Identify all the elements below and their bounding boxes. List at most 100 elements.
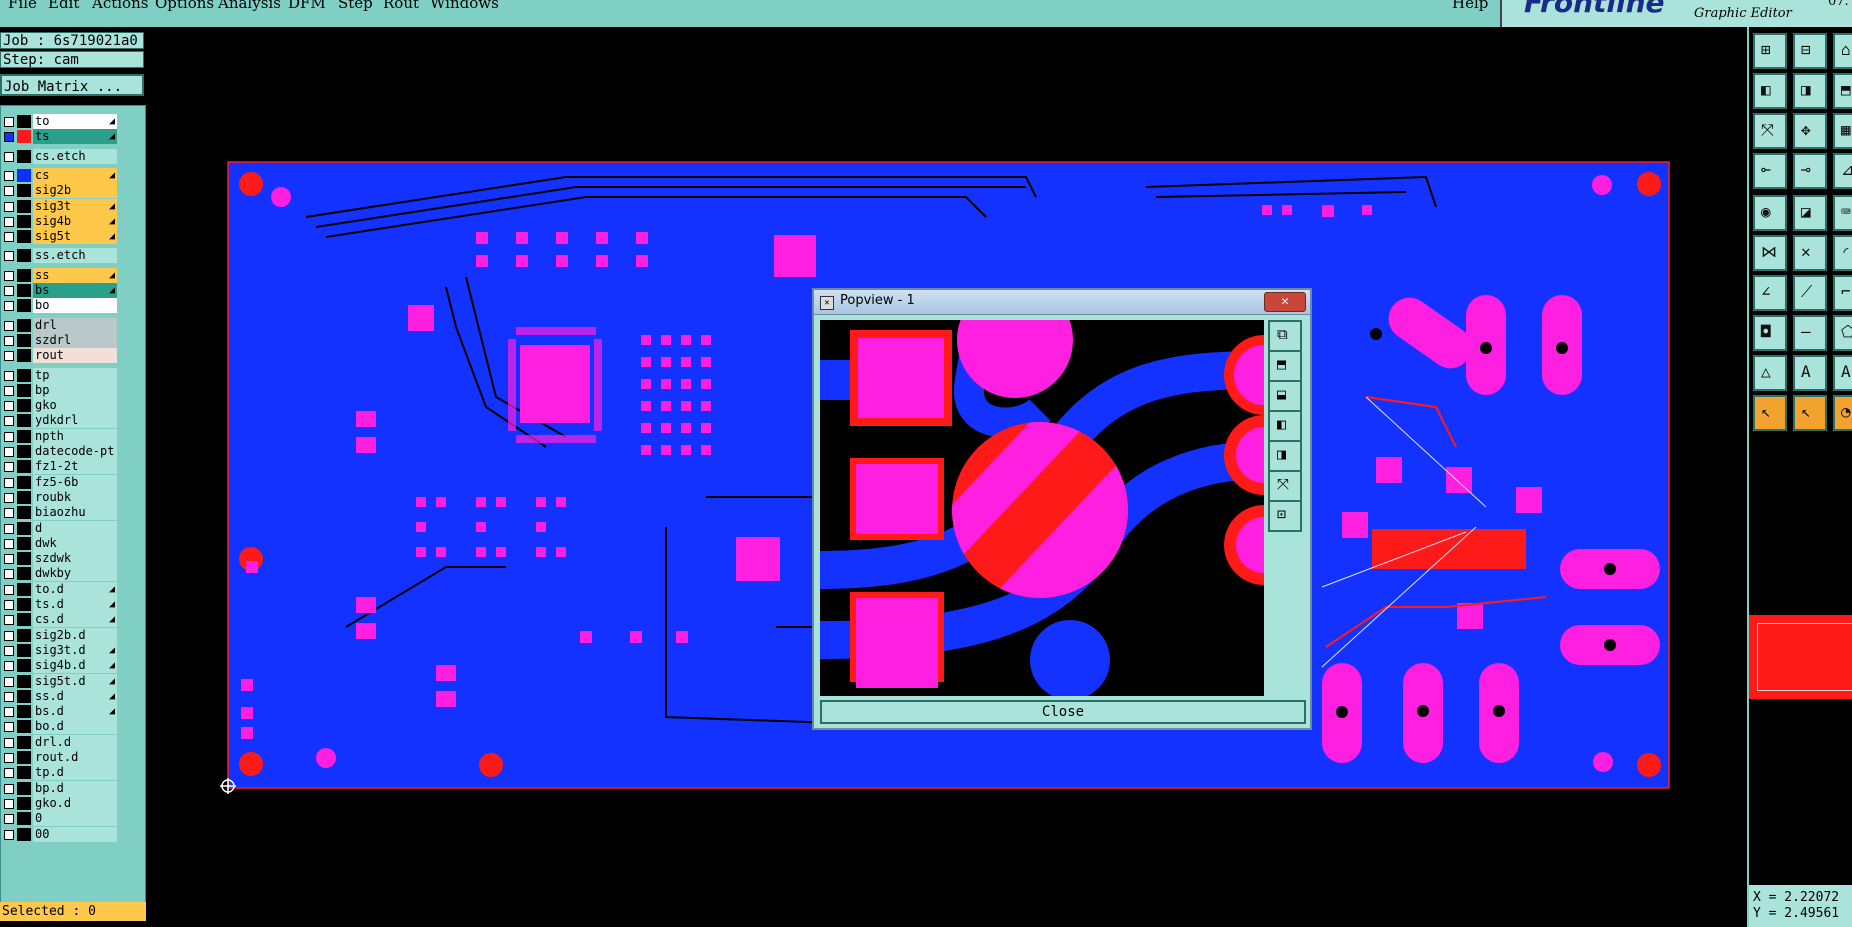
layer-checkbox[interactable] bbox=[4, 722, 14, 733]
layer-color-swatch[interactable] bbox=[17, 674, 31, 688]
tool-grid[interactable]: ▦ bbox=[1833, 113, 1852, 149]
layer-color-swatch[interactable] bbox=[17, 705, 31, 719]
layer-checkbox[interactable] bbox=[4, 216, 14, 227]
layer-name[interactable]: 00 bbox=[33, 826, 117, 842]
layer-row[interactable]: bo.d bbox=[1, 719, 121, 735]
layer-color-swatch[interactable] bbox=[17, 333, 31, 347]
layer-checkbox[interactable] bbox=[4, 416, 14, 427]
layer-checkbox[interactable] bbox=[4, 270, 14, 281]
layer-checkbox[interactable] bbox=[4, 707, 14, 718]
layer-checkbox[interactable] bbox=[4, 477, 14, 488]
layer-name[interactable]: bo bbox=[33, 298, 117, 314]
layer-color-swatch[interactable] bbox=[17, 643, 31, 657]
popview-close-button[interactable]: Close bbox=[820, 700, 1306, 724]
layer-color-swatch[interactable] bbox=[17, 199, 31, 213]
layer-checkbox[interactable] bbox=[4, 523, 14, 534]
layer-checkbox[interactable] bbox=[4, 385, 14, 396]
layer-checkbox[interactable] bbox=[4, 569, 14, 580]
layer-color-swatch[interactable] bbox=[17, 552, 31, 566]
layer-row[interactable]: gko bbox=[1, 398, 121, 414]
layer-color-swatch[interactable] bbox=[17, 796, 31, 810]
layer-name[interactable]: sig5t ◢ bbox=[33, 229, 117, 245]
popview-titlebar[interactable]: ✕ Popview - 1 ✕ bbox=[814, 290, 1310, 315]
popview-tool-4[interactable]: ◧ bbox=[1268, 410, 1302, 442]
layer-name[interactable]: rout.d bbox=[33, 750, 117, 765]
layer-color-swatch[interactable] bbox=[17, 115, 31, 128]
layer-checkbox[interactable] bbox=[4, 538, 14, 549]
layer-color-swatch[interactable] bbox=[17, 720, 31, 734]
tool-pan-up[interactable]: ⬒ bbox=[1833, 73, 1852, 109]
tool-pointer[interactable]: ↖ bbox=[1753, 395, 1787, 431]
menu-edit[interactable]: Edit bbox=[48, 0, 79, 12]
tool-orbit[interactable]: ◔ bbox=[1833, 395, 1852, 431]
menu-windows[interactable]: Windows bbox=[430, 0, 499, 12]
layer-row[interactable]: sig5t ◢ bbox=[1, 229, 121, 245]
layer-row[interactable]: cs.etch bbox=[1, 148, 121, 164]
layer-name[interactable]: sig3t ◢ bbox=[33, 198, 117, 214]
layer-name[interactable]: sig2b.d bbox=[33, 627, 117, 643]
layer-checkbox[interactable] bbox=[4, 492, 14, 503]
layer-checkbox[interactable] bbox=[4, 170, 14, 181]
menu-analysis[interactable]: Analysis bbox=[218, 0, 281, 12]
layer-checkbox[interactable] bbox=[4, 335, 14, 346]
layer-color-swatch[interactable] bbox=[17, 368, 31, 382]
layer-color-swatch[interactable] bbox=[17, 567, 31, 581]
layer-row[interactable]: drl bbox=[1, 317, 121, 333]
layer-row[interactable]: drl.d bbox=[1, 734, 121, 750]
layer-checkbox[interactable] bbox=[4, 401, 14, 412]
layer-row[interactable]: bp bbox=[1, 382, 121, 398]
tool-draw[interactable]: ◪ bbox=[1793, 195, 1827, 231]
tool-font[interactable]: A bbox=[1833, 355, 1852, 391]
tool-poly[interactable]: ⬠ bbox=[1833, 315, 1852, 351]
layer-row[interactable]: gko.d bbox=[1, 795, 121, 811]
layer-name[interactable]: dwk bbox=[33, 535, 117, 551]
layer-row[interactable]: fz5-6b bbox=[1, 474, 121, 490]
layer-row[interactable]: cs.d ◢ bbox=[1, 612, 121, 628]
tool-connect[interactable]: ⋈ bbox=[1753, 235, 1787, 271]
layer-row[interactable]: biaozhu bbox=[1, 505, 121, 521]
layer-name[interactable]: drl bbox=[33, 317, 117, 333]
layer-row[interactable]: rout bbox=[1, 348, 121, 364]
layer-checkbox[interactable] bbox=[4, 645, 14, 656]
layer-checkbox[interactable] bbox=[4, 691, 14, 702]
layer-name[interactable]: ss.d ◢ bbox=[33, 688, 117, 704]
layer-name[interactable]: cs.etch bbox=[33, 148, 117, 164]
menu-help[interactable]: Help bbox=[1452, 0, 1488, 12]
layer-color-swatch[interactable] bbox=[17, 827, 31, 841]
tool-fit[interactable]: ⤧ bbox=[1753, 113, 1787, 149]
layer-name[interactable]: 0 bbox=[33, 811, 117, 827]
layer-color-swatch[interactable] bbox=[17, 812, 31, 826]
layer-row[interactable]: sig3t ◢ bbox=[1, 198, 121, 214]
layer-name[interactable]: ts ◢ bbox=[33, 129, 117, 145]
layer-color-swatch[interactable] bbox=[17, 149, 31, 163]
layer-row[interactable]: to ◢ bbox=[1, 114, 121, 129]
layer-color-swatch[interactable] bbox=[17, 659, 31, 673]
layer-checkbox[interactable] bbox=[4, 554, 14, 565]
layer-name[interactable]: szdrl bbox=[33, 332, 117, 348]
layer-color-swatch[interactable] bbox=[17, 349, 31, 363]
tool-line[interactable]: ⟋ bbox=[1793, 275, 1827, 311]
layer-color-swatch[interactable] bbox=[17, 613, 31, 627]
layer-name[interactable]: to ◢ bbox=[33, 114, 117, 129]
layer-row[interactable]: cs ◢ bbox=[1, 167, 121, 183]
layer-row[interactable]: ss.d ◢ bbox=[1, 688, 121, 704]
layer-name[interactable]: drl.d bbox=[33, 734, 117, 750]
layer-name[interactable]: bo.d bbox=[33, 719, 117, 735]
layer-color-swatch[interactable] bbox=[17, 184, 31, 198]
layer-name[interactable]: gko.d bbox=[33, 795, 117, 811]
layer-checkbox[interactable] bbox=[4, 132, 14, 143]
layer-row[interactable]: 00 bbox=[1, 826, 121, 842]
layer-name[interactable]: sig4b ◢ bbox=[33, 213, 117, 229]
popview-tool-5[interactable]: ◨ bbox=[1268, 440, 1302, 472]
layer-checkbox[interactable] bbox=[4, 301, 14, 312]
layer-color-swatch[interactable] bbox=[17, 506, 31, 520]
layer-checkbox[interactable] bbox=[4, 232, 14, 243]
tool-pin[interactable]: ⊸ bbox=[1793, 153, 1827, 189]
layer-color-swatch[interactable] bbox=[17, 299, 31, 313]
layer-color-swatch[interactable] bbox=[17, 536, 31, 550]
layer-name[interactable]: bp.d bbox=[33, 780, 117, 796]
layer-row[interactable]: 0 bbox=[1, 811, 121, 827]
popview-tool-2[interactable]: ⬒ bbox=[1268, 350, 1302, 382]
layer-checkbox[interactable] bbox=[4, 630, 14, 641]
menu-step[interactable]: Step bbox=[338, 0, 373, 12]
